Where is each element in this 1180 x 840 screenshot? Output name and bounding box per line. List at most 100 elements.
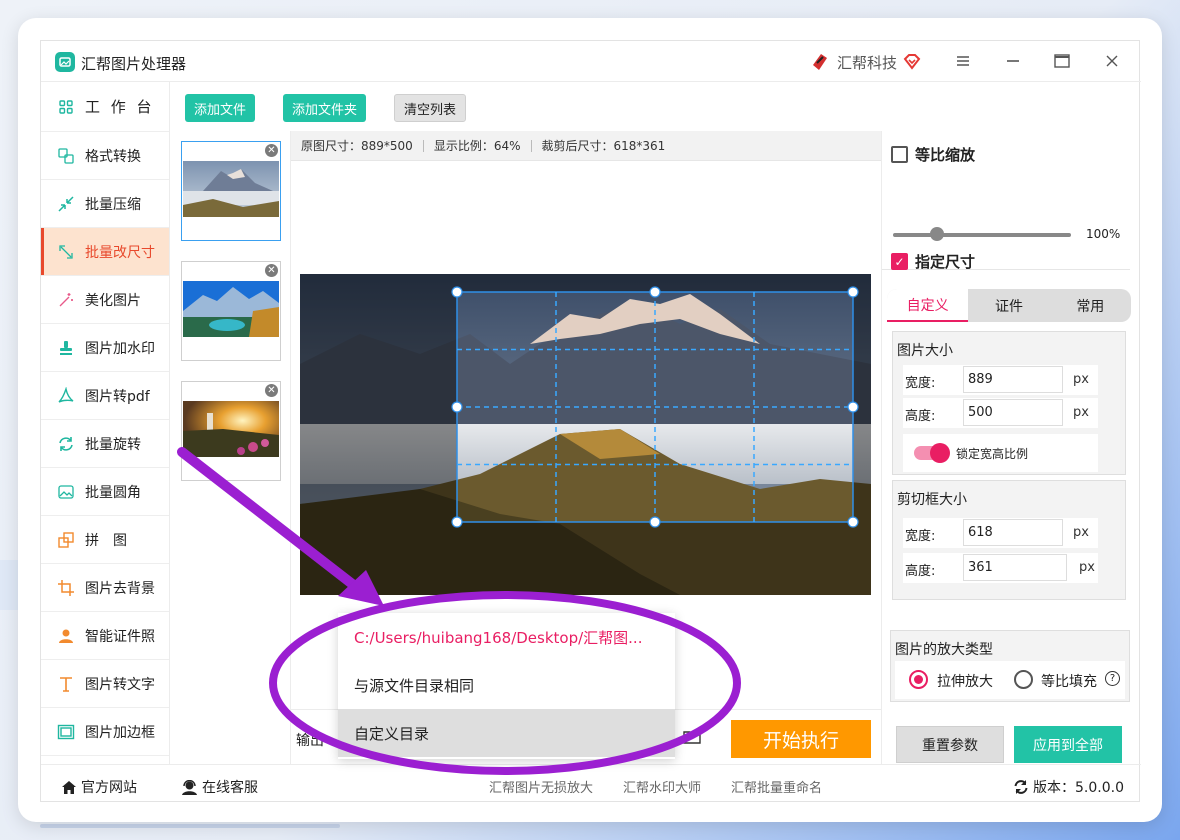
scale-slider-track[interactable] bbox=[893, 233, 1071, 237]
service-link[interactable]: 在线客服 bbox=[181, 777, 258, 797]
app-window: 汇帮图片处理器 汇帮科技 工 作 台 格式转换 批量压缩 批量改尺寸 美化图片 … bbox=[40, 40, 1141, 802]
image-height-input[interactable]: 500 bbox=[963, 399, 1063, 426]
fill-label: 等比填充 bbox=[1041, 674, 1097, 690]
pdf-icon bbox=[57, 386, 75, 405]
minimize-icon[interactable] bbox=[1002, 51, 1024, 71]
tab-id-photo[interactable]: 证件 bbox=[968, 289, 1049, 322]
version-info: 版本：5.0.0.0 bbox=[1013, 777, 1124, 797]
diamond-vip-icon[interactable] bbox=[903, 54, 921, 70]
image-canvas[interactable] bbox=[300, 274, 871, 595]
sidebar-item-label: 批量压缩 bbox=[85, 196, 141, 213]
remove-thumbnail-icon[interactable]: ✕ bbox=[265, 144, 278, 157]
sidebar-item-ocr[interactable]: 图片转文字 bbox=[41, 660, 169, 708]
help-icon[interactable]: ? bbox=[1105, 671, 1120, 686]
original-size-text: 原图尺寸：889*500 bbox=[301, 139, 413, 153]
clear-list-button[interactable]: 清空列表 bbox=[394, 94, 467, 122]
sidebar-item-label: 图片去背景 bbox=[85, 580, 155, 597]
sidebar-item-remove-bg[interactable]: 图片去背景 bbox=[41, 564, 169, 612]
format-convert-icon bbox=[57, 147, 75, 165]
size-tabs: 自定义 证件 常用 bbox=[887, 289, 1131, 322]
dropdown-item-same-as-source[interactable]: 与源文件目录相同 bbox=[338, 661, 675, 709]
refresh-icon[interactable] bbox=[1013, 779, 1029, 795]
output-dir-dropdown: C:/Users/huibang168/Desktop/汇帮图... 与源文件目… bbox=[338, 613, 675, 759]
sidebar-item-watermark[interactable]: 图片加水印 bbox=[41, 324, 169, 372]
brand-logo-icon bbox=[813, 54, 827, 70]
settings-panel: 等比缩放 100% ✓ 指定尺寸 自定义 证件 常用 图片大小 宽度: 889 … bbox=[881, 131, 1140, 764]
resize-icon bbox=[57, 243, 75, 261]
sidebar-item-rounded[interactable]: 批量圆角 bbox=[41, 468, 169, 516]
dropdown-item-custom-dir[interactable]: 自定义目录 bbox=[338, 709, 675, 757]
thumbnail-item[interactable]: ✕ bbox=[181, 381, 281, 481]
sidebar-item-label: 批量改尺寸 bbox=[85, 244, 155, 261]
maximize-icon[interactable] bbox=[1051, 51, 1073, 71]
crop-height-input[interactable]: 361 bbox=[963, 554, 1067, 581]
sidebar-item-label: 图片加边框 bbox=[85, 724, 155, 741]
tab-common[interactable]: 常用 bbox=[1050, 289, 1131, 322]
headset-icon bbox=[182, 779, 197, 795]
app-logo-icon bbox=[55, 52, 75, 72]
thumbnail-item[interactable]: ✕ bbox=[181, 261, 281, 361]
sidebar-item-label: 美化图片 bbox=[85, 292, 141, 309]
thumbnail-item[interactable]: ✕ bbox=[181, 141, 281, 241]
crop-size-title: 剪切框大小 bbox=[897, 492, 967, 508]
crop-width-input[interactable]: 618 bbox=[963, 519, 1063, 546]
stretch-radio[interactable] bbox=[909, 670, 928, 689]
sidebar-item-pdf[interactable]: 图片转pdf bbox=[41, 372, 169, 420]
thumbnail-lighthouse-sunset bbox=[183, 401, 279, 457]
sidebar-item-id-photo[interactable]: 智能证件照 bbox=[41, 612, 169, 660]
thumbnail-list: ✕ ✕ ✕ bbox=[170, 131, 291, 764]
proportional-label: 等比缩放 bbox=[915, 146, 976, 164]
sidebar-item-workbench[interactable]: 工 作 台 bbox=[41, 82, 169, 132]
lock-ratio-toggle[interactable] bbox=[914, 443, 950, 463]
crop-width-row: 宽度: 618 px bbox=[903, 518, 1098, 548]
compress-icon bbox=[57, 195, 75, 213]
fill-radio[interactable] bbox=[1014, 670, 1033, 689]
footer-link-watermark[interactable]: 汇帮水印大师 bbox=[623, 777, 701, 796]
sidebar-item-label: 格式转换 bbox=[85, 148, 141, 165]
dropdown-item-desktop-path[interactable]: C:/Users/huibang168/Desktop/汇帮图... bbox=[338, 613, 675, 661]
unit-label: px bbox=[1073, 405, 1089, 420]
sidebar-item-puzzle[interactable]: 拼 图 bbox=[41, 516, 169, 564]
close-icon[interactable] bbox=[1101, 51, 1123, 71]
scale-slider-handle[interactable] bbox=[930, 227, 944, 241]
website-link[interactable]: 官方网站 bbox=[61, 777, 137, 797]
image-width-row: 宽度: 889 px bbox=[903, 365, 1098, 395]
add-folder-button[interactable]: 添加文件夹 bbox=[283, 94, 367, 122]
folder-icon[interactable] bbox=[683, 730, 701, 744]
width-label: 宽度: bbox=[905, 529, 936, 544]
specify-size-checkbox[interactable]: ✓ bbox=[891, 253, 908, 270]
sidebar-item-format-convert[interactable]: 格式转换 bbox=[41, 132, 169, 180]
background-bar bbox=[40, 824, 340, 828]
footer-link-lossless[interactable]: 汇帮图片无损放大 bbox=[489, 777, 593, 796]
thumbnail-lake bbox=[183, 281, 279, 337]
sidebar-item-resize[interactable]: 批量改尺寸 bbox=[41, 228, 169, 276]
display-ratio-text: 显示比例：64% bbox=[433, 139, 521, 153]
image-height-row: 高度: 500 px bbox=[903, 398, 1098, 428]
thumbnail-mountain-fog bbox=[183, 161, 279, 217]
footer-link-rename[interactable]: 汇帮批量重命名 bbox=[731, 777, 822, 796]
remove-thumbnail-icon[interactable]: ✕ bbox=[265, 264, 278, 277]
sidebar-item-rotate[interactable]: 批量旋转 bbox=[41, 420, 169, 468]
beautify-icon bbox=[57, 291, 75, 309]
divider bbox=[530, 139, 532, 152]
sidebar-item-label: 批量圆角 bbox=[85, 484, 141, 501]
apply-all-button[interactable]: 应用到全部 bbox=[1014, 726, 1122, 763]
image-size-group: 图片大小 宽度: 889 px 高度: 500 px 锁定宽高比例 bbox=[892, 331, 1126, 475]
proportional-checkbox[interactable] bbox=[891, 146, 908, 163]
sidebar-item-label: 拼 图 bbox=[85, 532, 127, 549]
divider bbox=[422, 139, 424, 152]
sidebar-item-beautify[interactable]: 美化图片 bbox=[41, 276, 169, 324]
website-label: 官方网站 bbox=[81, 780, 137, 796]
title-bar: 汇帮图片处理器 汇帮科技 bbox=[41, 41, 1141, 82]
sidebar-item-label: 图片转文字 bbox=[85, 676, 155, 693]
image-width-input[interactable]: 889 bbox=[963, 366, 1063, 393]
sidebar-item-border[interactable]: 图片加边框 bbox=[41, 708, 169, 756]
reset-button[interactable]: 重置参数 bbox=[896, 726, 1004, 763]
unit-label: px bbox=[1073, 372, 1089, 387]
start-button[interactable]: 开始执行 bbox=[731, 720, 871, 758]
sidebar-item-compress[interactable]: 批量压缩 bbox=[41, 180, 169, 228]
add-file-button[interactable]: 添加文件 bbox=[185, 94, 256, 122]
menu-icon[interactable] bbox=[952, 51, 974, 71]
remove-thumbnail-icon[interactable]: ✕ bbox=[265, 384, 278, 397]
tab-custom[interactable]: 自定义 bbox=[887, 289, 969, 322]
